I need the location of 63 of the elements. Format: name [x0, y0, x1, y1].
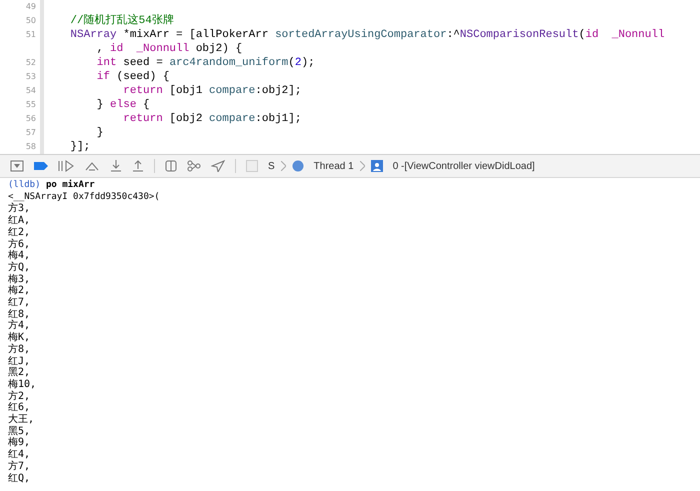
console-line: 红Q, [8, 472, 32, 484]
console-line: 梅K, [8, 332, 32, 344]
console-line: 红8, [8, 308, 32, 320]
console-line: <__NSArrayI 0x7fdd9350c430>( [8, 192, 161, 202]
console-line: 方6, [8, 238, 32, 250]
thread-icon [292, 160, 304, 172]
continue-icon[interactable] [58, 160, 74, 172]
console-line: 梅3, [8, 274, 32, 285]
code-line: } [96, 126, 104, 140]
console-line: 红J, [8, 356, 32, 367]
line-number: 50 [26, 15, 37, 27]
console-line: 方Q, [8, 262, 32, 274]
code-line: //随机打乱这54张牌 [69, 14, 175, 28]
console-line: 方7, [8, 460, 32, 473]
line-number: 56 [26, 113, 37, 125]
console-line: 黑2, [8, 367, 32, 378]
line-number: 49 [26, 1, 37, 13]
console-line: 方2, [8, 390, 32, 402]
console-line: 梅9, [8, 437, 32, 449]
console-line: 红2, [8, 226, 32, 238]
line-number: 54 [26, 85, 37, 97]
view-hierarchy-icon[interactable] [165, 160, 177, 172]
line-number: 55 [26, 99, 37, 111]
line-number: 58 [26, 141, 37, 153]
step-out-icon[interactable] [132, 160, 144, 172]
console-line: 黑5, [8, 426, 32, 437]
console-line: 方8, [8, 344, 32, 356]
code-line: int seed = arc4random_uniform(2); [96, 56, 316, 70]
line-number: 53 [26, 71, 37, 83]
console-line: 红7, [8, 297, 32, 309]
console-line: 大王, [8, 414, 36, 426]
step-over-icon[interactable] [84, 160, 100, 172]
memory-graph-icon[interactable] [187, 160, 201, 172]
frame-crumb[interactable]: 0 -[ViewController viewDidLoad] [392, 160, 535, 172]
code-line: } else { [96, 98, 151, 112]
person-icon [370, 160, 383, 172]
line-number: 52 [26, 57, 37, 69]
line-number: 57 [26, 127, 37, 139]
step-into-icon[interactable] [110, 160, 122, 172]
chevron-icon [360, 161, 365, 171]
console-line: 红4, [8, 449, 32, 460]
line-number: 51 [26, 29, 37, 41]
code-line: return [obj1 compare:obj2]; [122, 84, 302, 98]
code-line: }]; [69, 140, 92, 154]
console-line: 梅2, [8, 285, 32, 297]
code-line: , id _Nonnull obj2) { [96, 42, 244, 56]
hide-panel-icon[interactable] [10, 160, 24, 172]
breakpoint-icon[interactable] [34, 161, 48, 171]
code-line: if (seed) { [96, 70, 170, 84]
console-line: 方3, [8, 203, 32, 215]
chevron-icon [280, 161, 286, 171]
console-line: 梅10, [8, 378, 38, 390]
scheme-crumb[interactable]: S [268, 160, 275, 172]
code-line: NSArray *mixArr = [allPokerArr sortedArrayUsingComparator:^NSComparisonResult(id _Nonnull [69, 28, 666, 42]
console-line: 梅4, [8, 250, 32, 262]
console-line: 红A, [8, 215, 32, 227]
lldb-prompt: (lldb) [8, 180, 41, 190]
location-icon[interactable] [211, 160, 225, 172]
console-command: po mixArr [46, 180, 95, 190]
console-line: 方4, [8, 320, 32, 332]
thread-crumb[interactable]: Thread 1 [314, 160, 354, 172]
code-line: return [obj2 compare:obj1]; [122, 112, 302, 126]
console-line: 红6, [8, 402, 32, 414]
